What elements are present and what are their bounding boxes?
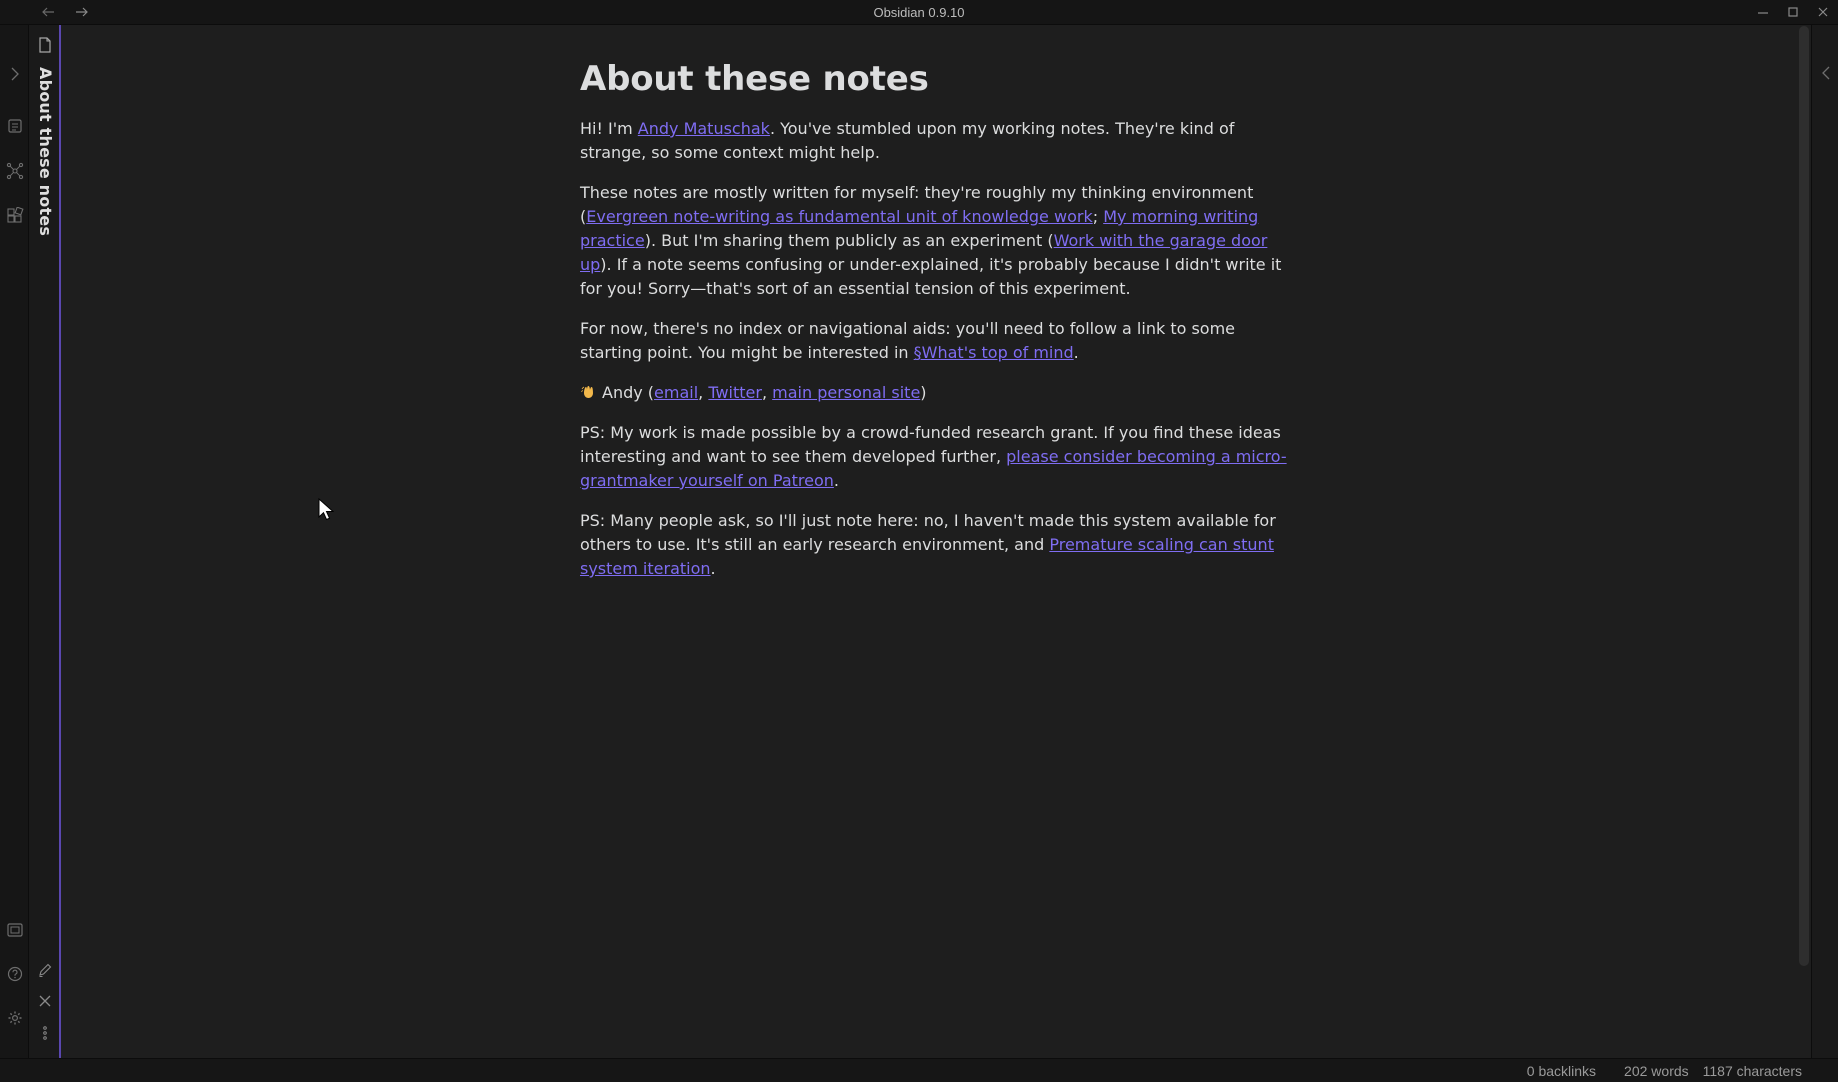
paragraph-availability: PS: Many people ask, so I'll just note h… [580,511,1276,578]
edit-pencil-icon[interactable] [35,960,55,980]
word-count: 202 words [1624,1063,1689,1079]
close-window-icon[interactable] [1812,2,1834,22]
expand-right-sidebar-chevron-icon[interactable] [1819,65,1833,81]
paragraph-signature: Andy (email, Twitter, main personal site… [580,381,1292,405]
paragraph-intro: Hi! I'm Andy Matuschak. You've stumbled … [580,119,1235,162]
vertical-tab-title[interactable]: About these notes [36,67,55,236]
file-icon[interactable] [35,35,55,55]
expand-sidebar-chevron-icon[interactable] [4,63,25,84]
link-main-personal-site[interactable]: main personal site [772,383,920,402]
help-icon[interactable] [4,963,25,984]
close-pane-icon[interactable] [35,991,55,1011]
paragraph-purpose: These notes are mostly written for mysel… [580,183,1282,298]
link-evergreen-note-writing[interactable]: Evergreen note-writing as fundamental un… [586,207,1092,226]
character-count: 1187 characters [1702,1063,1802,1079]
link-email[interactable]: email [654,383,698,402]
mouse-cursor-icon [318,498,335,521]
scrollbar-thumb[interactable] [1799,26,1809,966]
quick-switcher-icon[interactable] [4,115,25,136]
plugins-icon[interactable] [4,205,25,226]
note-title: About these notes [580,59,929,99]
minimize-icon[interactable] [1752,2,1774,22]
vault-icon[interactable] [4,919,25,940]
settings-gear-icon[interactable] [4,1007,25,1028]
left-tab-strip: About these notes [29,25,61,1058]
waving-hand-icon [581,386,593,398]
link-andy-matuschak[interactable]: Andy Matuschak [638,119,770,138]
paragraph-patreon: PS: My work is made possible by a crowd-… [580,423,1287,490]
title-bar: Obsidian 0.9.10 [0,0,1838,25]
note-view: About these notes Hi! I'm Andy Matuschak… [63,25,1799,1058]
note-content: About these notes Hi! I'm Andy Matuschak… [580,59,1292,597]
graph-view-icon[interactable] [4,160,25,181]
ribbon [0,25,29,1058]
status-bar: 0 backlinks 202 words 1187 characters [0,1058,1838,1082]
maximize-icon[interactable] [1782,2,1804,22]
backlinks-count[interactable]: 0 backlinks [1527,1063,1596,1079]
link-whats-top-of-mind[interactable]: §What's top of mind [914,343,1074,362]
paragraph-navigation: For now, there's no index or navigationa… [580,319,1236,362]
link-twitter[interactable]: Twitter [708,383,762,402]
window-title: Obsidian 0.9.10 [873,5,965,20]
more-options-icon[interactable] [35,1023,55,1043]
right-sidebar-collapsed [1811,25,1838,1058]
